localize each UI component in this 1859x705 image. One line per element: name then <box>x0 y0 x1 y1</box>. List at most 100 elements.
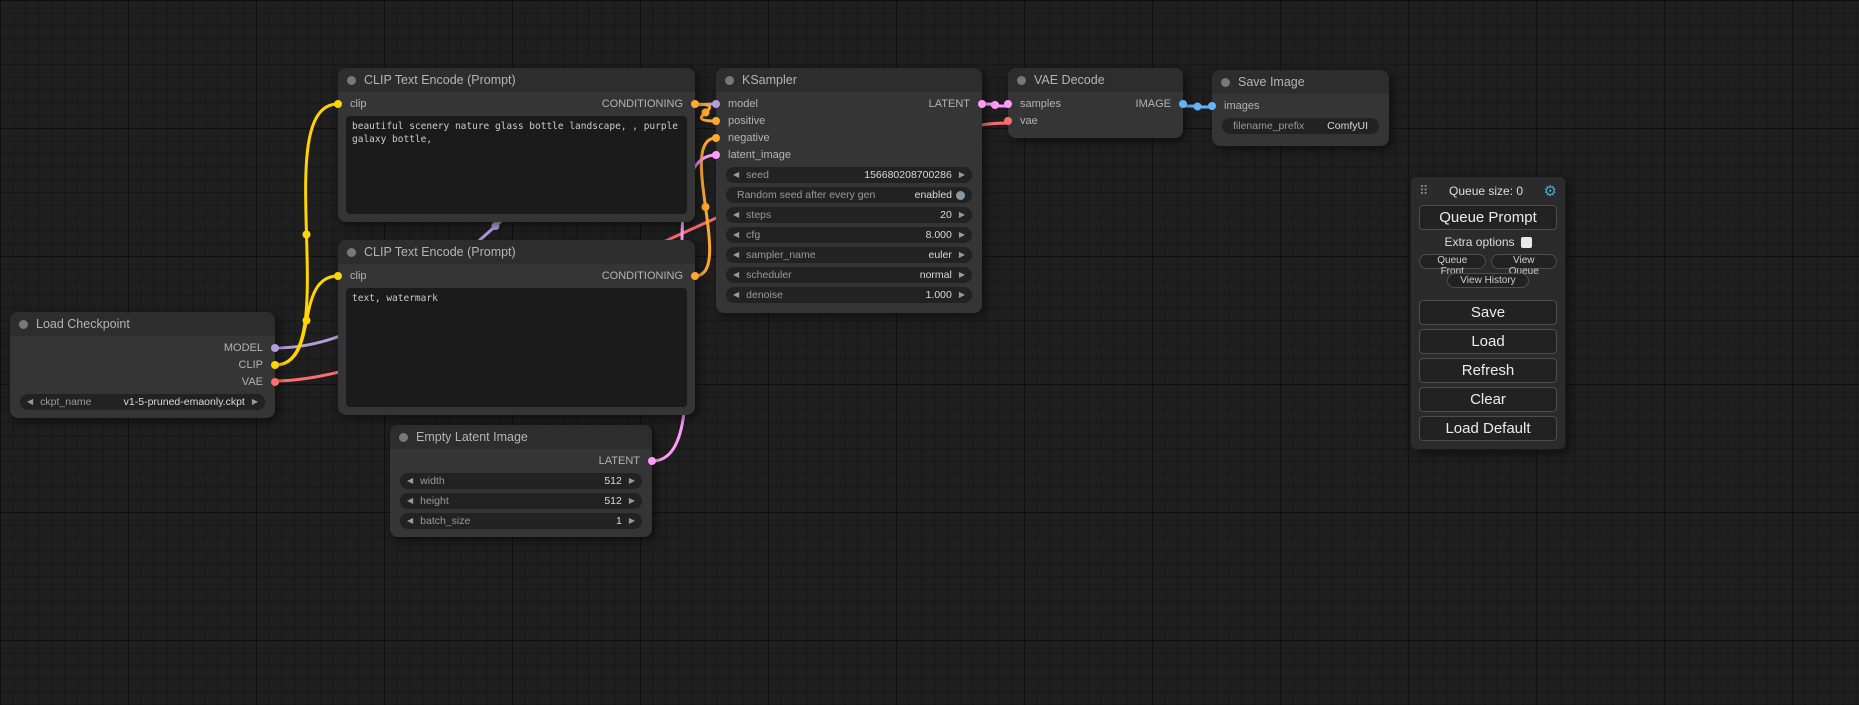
decrement-arrow-icon[interactable]: ◀ <box>733 271 739 279</box>
collapse-dot-icon[interactable] <box>1221 78 1230 87</box>
widget-value: 1.000 <box>926 289 952 301</box>
node-graph-canvas[interactable]: Load Checkpoint MODEL CLIP VAE ◀ ckpt_na… <box>0 0 1859 705</box>
slot-row: VAE <box>10 373 275 390</box>
view-queue-button[interactable]: View Queue <box>1491 254 1558 269</box>
input-port-negative[interactable] <box>712 134 720 142</box>
output-port-clip[interactable] <box>271 361 279 369</box>
decrement-arrow-icon[interactable]: ◀ <box>407 477 413 485</box>
input-port-clip[interactable] <box>334 272 342 280</box>
load-default-button[interactable]: Load Default <box>1419 416 1557 441</box>
widget-steps[interactable]: ◀ steps 20 ▶ <box>726 207 972 223</box>
node-title: Empty Latent Image <box>416 430 528 444</box>
output-port-conditioning[interactable] <box>691 100 699 108</box>
decrement-arrow-icon[interactable]: ◀ <box>733 291 739 299</box>
widget-denoise[interactable]: ◀ denoise 1.000 ▶ <box>726 287 972 303</box>
collapse-dot-icon[interactable] <box>347 248 356 257</box>
refresh-button[interactable]: Refresh <box>1419 358 1557 383</box>
node-empty-latent-image[interactable]: Empty Latent Image LATENT ◀ width 512 ▶ … <box>390 425 652 537</box>
input-port-latent-image[interactable] <box>712 151 720 159</box>
history-row: View History <box>1419 273 1557 288</box>
output-port-latent[interactable] <box>648 457 656 465</box>
output-port-model[interactable] <box>271 344 279 352</box>
prompt-textarea[interactable]: beautiful scenery nature glass bottle la… <box>346 116 687 214</box>
collapse-dot-icon[interactable] <box>725 76 734 85</box>
drag-handle-icon[interactable]: ⠿ <box>1419 183 1429 199</box>
widget-width[interactable]: ◀ width 512 ▶ <box>400 473 642 489</box>
increment-arrow-icon[interactable]: ▶ <box>252 398 258 406</box>
widget-label: denoise <box>746 289 783 301</box>
decrement-arrow-icon[interactable]: ◀ <box>733 171 739 179</box>
increment-arrow-icon[interactable]: ▶ <box>959 231 965 239</box>
increment-arrow-icon[interactable]: ▶ <box>959 211 965 219</box>
widget-random-seed-toggle[interactable]: Random seed after every gen enabled <box>726 187 972 203</box>
node-save-image[interactable]: Save Image images filename_prefix ComfyU… <box>1212 70 1389 146</box>
increment-arrow-icon[interactable]: ▶ <box>629 477 635 485</box>
settings-gear-icon[interactable]: ⚙ <box>1544 184 1557 199</box>
node-title-bar[interactable]: Save Image <box>1212 70 1389 94</box>
widget-sampler-name[interactable]: ◀ sampler_name euler ▶ <box>726 247 972 263</box>
collapse-dot-icon[interactable] <box>19 320 28 329</box>
node-title-bar[interactable]: Load Checkpoint <box>10 312 275 336</box>
input-port-samples[interactable] <box>1004 100 1012 108</box>
widget-filename-prefix[interactable]: filename_prefix ComfyUI <box>1222 118 1379 134</box>
output-port-image[interactable] <box>1179 100 1187 108</box>
input-label: positive <box>728 115 765 127</box>
decrement-arrow-icon[interactable]: ◀ <box>407 497 413 505</box>
decrement-arrow-icon[interactable]: ◀ <box>733 251 739 259</box>
widget-value: euler <box>928 249 951 261</box>
decrement-arrow-icon[interactable]: ◀ <box>27 398 33 406</box>
node-load-checkpoint[interactable]: Load Checkpoint MODEL CLIP VAE ◀ ckpt_na… <box>10 312 275 418</box>
widget-ckpt-name[interactable]: ◀ ckpt_name v1-5-pruned-emaonly.ckpt ▶ <box>20 394 265 410</box>
input-port-positive[interactable] <box>712 117 720 125</box>
load-button[interactable]: Load <box>1419 329 1557 354</box>
output-port-vae[interactable] <box>271 378 279 386</box>
increment-arrow-icon[interactable]: ▶ <box>959 251 965 259</box>
node-clip-text-encode-negative[interactable]: CLIP Text Encode (Prompt) clip CONDITION… <box>338 240 695 415</box>
collapse-dot-icon[interactable] <box>1017 76 1026 85</box>
node-title-bar[interactable]: VAE Decode <box>1008 68 1183 92</box>
input-port-images[interactable] <box>1208 102 1216 110</box>
widget-label: filename_prefix <box>1233 120 1304 132</box>
input-port-model[interactable] <box>712 100 720 108</box>
node-title-bar[interactable]: CLIP Text Encode (Prompt) <box>338 68 695 92</box>
output-label: CONDITIONING <box>602 98 683 110</box>
node-title-bar[interactable]: KSampler <box>716 68 982 92</box>
decrement-arrow-icon[interactable]: ◀ <box>733 231 739 239</box>
slot-row: clip CONDITIONING <box>338 95 695 112</box>
increment-arrow-icon[interactable]: ▶ <box>629 517 635 525</box>
node-vae-decode[interactable]: VAE Decode samples IMAGE vae <box>1008 68 1183 138</box>
increment-arrow-icon[interactable]: ▶ <box>959 171 965 179</box>
increment-arrow-icon[interactable]: ▶ <box>629 497 635 505</box>
queue-prompt-button[interactable]: Queue Prompt <box>1419 205 1557 230</box>
widget-label: width <box>420 475 445 487</box>
widget-cfg[interactable]: ◀ cfg 8.000 ▶ <box>726 227 972 243</box>
prompt-textarea[interactable]: text, watermark <box>346 288 687 407</box>
widget-seed[interactable]: ◀ seed 156680208700286 ▶ <box>726 167 972 183</box>
widget-batch-size[interactable]: ◀ batch_size 1 ▶ <box>400 513 642 529</box>
output-port-latent[interactable] <box>978 100 986 108</box>
increment-arrow-icon[interactable]: ▶ <box>959 271 965 279</box>
increment-arrow-icon[interactable]: ▶ <box>959 291 965 299</box>
widget-value: 8.000 <box>926 229 952 241</box>
collapse-dot-icon[interactable] <box>399 433 408 442</box>
node-clip-text-encode-positive[interactable]: CLIP Text Encode (Prompt) clip CONDITION… <box>338 68 695 222</box>
widget-height[interactable]: ◀ height 512 ▶ <box>400 493 642 509</box>
node-title-bar[interactable]: CLIP Text Encode (Prompt) <box>338 240 695 264</box>
input-port-vae[interactable] <box>1004 117 1012 125</box>
view-history-button[interactable]: View History <box>1447 273 1529 288</box>
queue-front-button[interactable]: Queue Front <box>1419 254 1486 269</box>
node-ksampler[interactable]: KSampler model LATENT positive negative … <box>716 68 982 313</box>
decrement-arrow-icon[interactable]: ◀ <box>733 211 739 219</box>
output-port-conditioning[interactable] <box>691 272 699 280</box>
clear-button[interactable]: Clear <box>1419 387 1557 412</box>
toggle-knob-icon[interactable] <box>956 191 965 200</box>
widget-label: height <box>420 495 449 507</box>
extra-options-checkbox[interactable] <box>1521 237 1532 248</box>
input-port-clip[interactable] <box>334 100 342 108</box>
collapse-dot-icon[interactable] <box>347 76 356 85</box>
node-title-bar[interactable]: Empty Latent Image <box>390 425 652 449</box>
widget-value: enabled <box>915 189 952 201</box>
decrement-arrow-icon[interactable]: ◀ <box>407 517 413 525</box>
widget-scheduler[interactable]: ◀ scheduler normal ▶ <box>726 267 972 283</box>
save-button[interactable]: Save <box>1419 300 1557 325</box>
